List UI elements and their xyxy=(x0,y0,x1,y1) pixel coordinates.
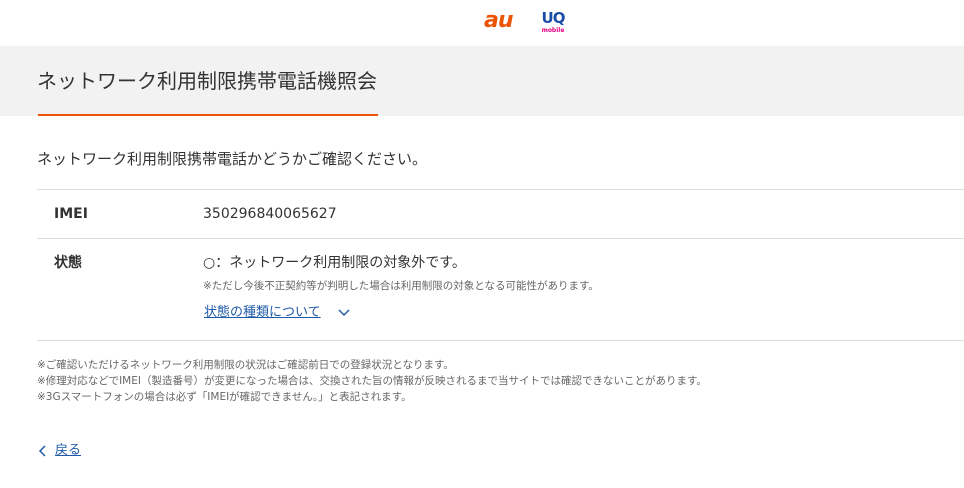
table-divider xyxy=(37,189,964,190)
uq-logo-subtext: mobile xyxy=(541,27,565,34)
table-divider xyxy=(37,340,964,341)
imei-label: IMEI xyxy=(54,206,88,222)
notes: ※ご確認いただけるネットワーク利用制限の状況はご確認前日での登録状況となります。… xyxy=(37,357,707,405)
chevron-down-icon[interactable] xyxy=(337,305,351,319)
page-title: ネットワーク利用制限携帯電話機照会 xyxy=(37,69,377,93)
status-types-link[interactable]: 状態の種類について xyxy=(204,304,321,322)
uq-mobile-logo[interactable]: UQ mobile xyxy=(539,10,567,36)
title-underline xyxy=(38,114,378,116)
title-band: ネットワーク利用制限携帯電話機照会 xyxy=(0,46,964,116)
chevron-left-icon xyxy=(38,445,46,457)
uq-logo-text: UQ xyxy=(541,9,566,27)
table-divider xyxy=(37,238,964,239)
note-item: ※ご確認いただけるネットワーク利用制限の状況はご確認前日での登録状況となります。 xyxy=(37,359,454,371)
status-label: 状態 xyxy=(54,255,82,271)
back-label: 戻る xyxy=(55,443,82,458)
header-logos: au UQ mobile xyxy=(0,0,964,46)
au-logo[interactable]: au xyxy=(484,10,513,32)
page: au UQ mobile ネットワーク利用制限携帯電話機照会 ネットワーク利用制… xyxy=(0,0,964,488)
status-value: ○：ネットワーク利用制限の対象外です。 xyxy=(203,255,466,271)
imei-value: 350296840065627 xyxy=(203,206,337,222)
note-item: ※修理対応などでIMEI（製造番号）が変更になった場合は、交換された旨の情報が反… xyxy=(37,375,707,387)
note-item: ※3Gスマートフォンの場合は必ず「IMEIが確認できません。」と表記されます。 xyxy=(37,391,412,403)
status-note: ※ただし今後不正契約等が判明した場合は利用制限の対象となる可能性があります。 xyxy=(203,280,599,292)
intro-text: ネットワーク利用制限携帯電話かどうかご確認ください。 xyxy=(37,150,428,168)
